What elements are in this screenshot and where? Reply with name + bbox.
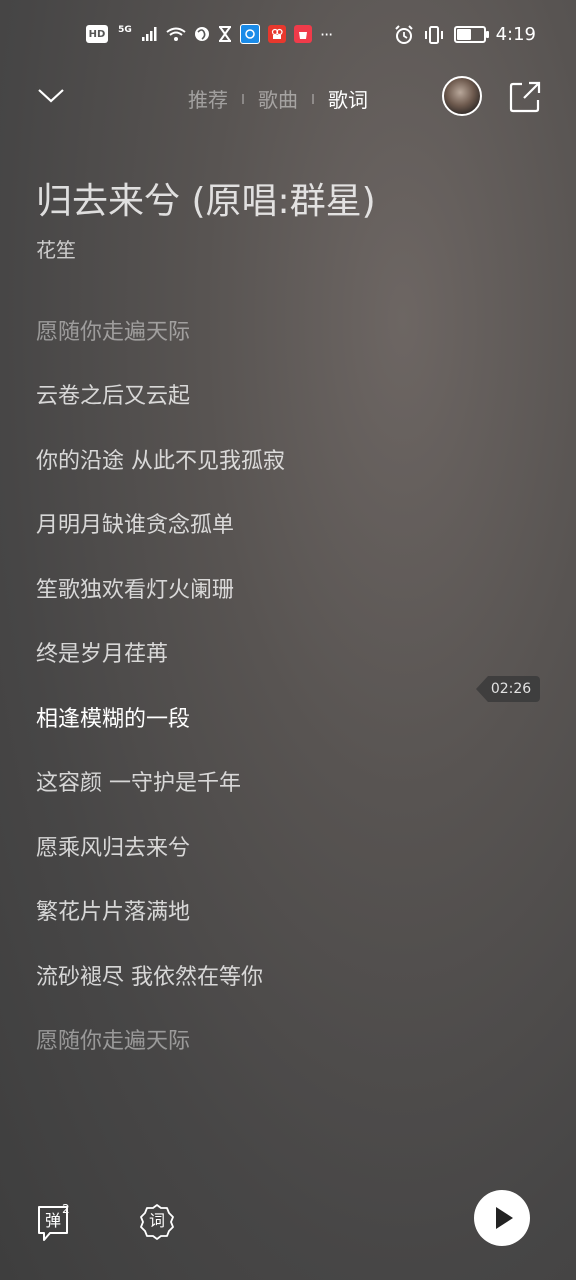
share-icon[interactable] — [508, 80, 542, 114]
video-app-icon — [268, 25, 286, 43]
lyric-line[interactable]: 笙歌独欢看灯火阑珊 — [36, 572, 234, 604]
tab-separator — [312, 93, 314, 104]
tab-separator — [242, 93, 244, 104]
tab-song[interactable]: 歌曲 — [258, 84, 298, 113]
vpn-icon — [195, 27, 209, 41]
song-title: 归去来兮 (原唱:群星) — [36, 181, 376, 222]
vibrate-icon — [424, 25, 443, 44]
top-bar: 推荐 歌曲 歌词 — [0, 72, 576, 124]
shop-app-icon — [294, 25, 312, 43]
status-right-icons: 4:19 — [394, 24, 536, 45]
more-icon: ··· — [320, 24, 333, 44]
status-bar: HD 5G ··· 4:19 — [0, 0, 576, 72]
tab-bar: 推荐 歌曲 歌词 — [188, 84, 368, 113]
battery-icon — [453, 26, 489, 43]
lyrics-poster-button[interactable]: 词 — [140, 1204, 180, 1244]
lyrics-label: 词 — [148, 1211, 165, 1230]
lyric-line[interactable]: 你的沿途 从此不见我孤寂 — [36, 443, 285, 475]
danmaku-count-badge: 2 — [62, 1202, 70, 1216]
lyric-line[interactable]: 流砂褪尽 我依然在等你 — [36, 959, 263, 991]
lyric-line[interactable]: 月明月缺谁贪念孤单 — [36, 507, 234, 539]
user-avatar[interactable] — [442, 76, 482, 116]
danmaku-button[interactable]: 弹 — [36, 1204, 76, 1244]
lyric-line[interactable]: 这容颜 一守护是千年 — [36, 765, 241, 797]
seek-time-tag[interactable]: 02:26 — [476, 676, 540, 702]
hd-icon: HD — [86, 25, 108, 43]
wifi-icon — [166, 27, 186, 41]
clock-time: 4:19 — [495, 24, 536, 45]
lyric-line[interactable]: 终是岁月荏苒 — [36, 636, 168, 668]
collapse-chevron-down-icon[interactable] — [36, 80, 66, 110]
status-left-icons: HD 5G ··· — [86, 24, 333, 44]
tab-lyrics[interactable]: 歌词 — [328, 84, 368, 113]
hourglass-icon — [219, 26, 231, 42]
alarm-icon — [394, 24, 413, 44]
app-icon — [240, 24, 260, 44]
lyric-line[interactable]: 云卷之后又云起 — [36, 378, 190, 410]
song-artist[interactable]: 花笙 — [36, 234, 76, 263]
lyric-line[interactable]: 繁花片片落满地 — [36, 894, 190, 926]
lyric-line[interactable]: 愿随你走遍天际 — [36, 1023, 190, 1055]
lyric-line[interactable]: 愿乘风归去来兮 — [36, 830, 190, 862]
play-button[interactable] — [474, 1190, 530, 1246]
tab-recommend[interactable]: 推荐 — [188, 84, 228, 113]
lyric-line[interactable]: 愿随你走遍天际 — [36, 314, 190, 346]
lyric-line-current[interactable]: 相逢模糊的一段 — [36, 701, 190, 733]
network-type-icon: 5G — [118, 25, 132, 35]
signal-icon — [142, 27, 157, 41]
